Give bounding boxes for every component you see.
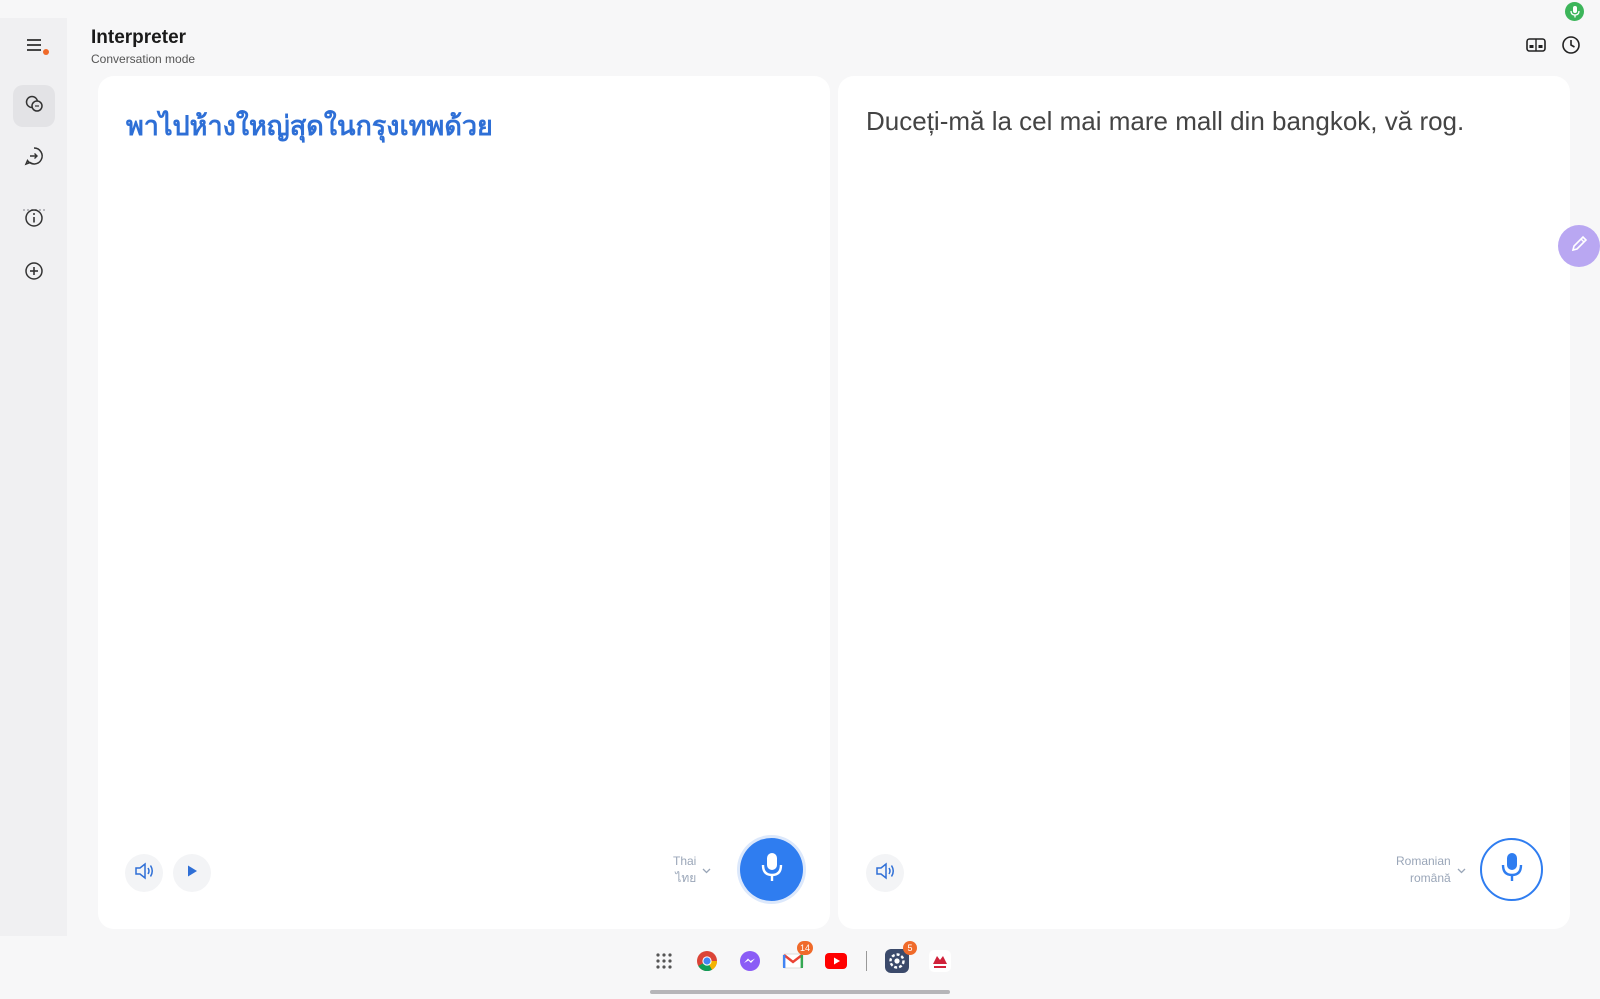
sidebar-item-add[interactable] [13,252,55,294]
history-icon [1560,34,1582,61]
apps-grid-icon[interactable] [651,948,677,974]
play-button[interactable] [173,854,211,892]
sidebar-item-chat[interactable] [13,137,55,179]
speaker-icon [874,861,896,886]
speaker-icon [133,861,155,886]
youtube-icon[interactable] [823,948,849,974]
language-name: Thai [673,854,697,868]
floating-edit-button[interactable] [1558,225,1600,267]
source-panel: พาไปห้างใหญ่สุดในกรุงเทพด้วย Thai ไทย [98,76,830,929]
chat-arrow-icon [23,145,45,172]
chrome-icon[interactable] [694,948,720,974]
target-panel: Duceți-mă la cel mai mare mall din bangk… [838,76,1570,929]
sidebar-item-info[interactable] [13,199,55,241]
chevron-down-icon [702,862,711,879]
page-subtitle: Conversation mode [91,52,196,66]
app-shortcut-icon[interactable] [927,948,953,974]
speaker-button[interactable] [866,854,904,892]
play-icon [185,864,199,883]
source-text[interactable]: พาไปห้างใหญ่สุดในกรุงเทพด้วย [126,104,493,147]
edit-pen-icon [1568,233,1590,260]
language-name: Romanian [1396,854,1451,868]
taskbar: 14 5 [651,941,970,974]
page-title: Interpreter [91,27,187,48]
menu-icon [23,34,45,61]
info-icon [23,207,45,234]
speaker-button[interactable] [125,854,163,892]
language-native-name: română [1410,871,1451,885]
conversation-icon [23,93,45,120]
language-native-name: ไทย [675,871,697,885]
split-screen-button[interactable] [1523,34,1549,60]
sidebar [0,18,67,936]
menu-button[interactable] [13,26,55,68]
settings-icon[interactable]: 5 [884,941,917,974]
target-mic-button[interactable] [1480,838,1543,901]
gmail-icon[interactable]: 14 [780,941,813,974]
target-language-picker[interactable]: Romanian română [1396,853,1466,887]
messenger-icon[interactable] [737,948,763,974]
chevron-down-icon [1457,862,1466,879]
translated-text[interactable]: Duceți-mă la cel mai mare mall din bangk… [866,106,1464,137]
settings-badge: 5 [903,941,917,955]
notification-dot [43,49,49,55]
microphone-icon [759,851,785,888]
home-indicator[interactable] [650,990,950,994]
sidebar-item-conversation[interactable] [13,85,55,127]
split-screen-icon [1525,36,1547,59]
microphone-active-icon [1565,2,1584,21]
microphone-icon [1499,851,1525,888]
gmail-badge: 14 [796,941,813,955]
source-language-picker[interactable]: Thai ไทย [673,853,711,887]
taskbar-divider [866,951,867,971]
add-icon [23,260,45,287]
source-mic-button[interactable] [740,838,803,901]
history-button[interactable] [1558,34,1584,60]
